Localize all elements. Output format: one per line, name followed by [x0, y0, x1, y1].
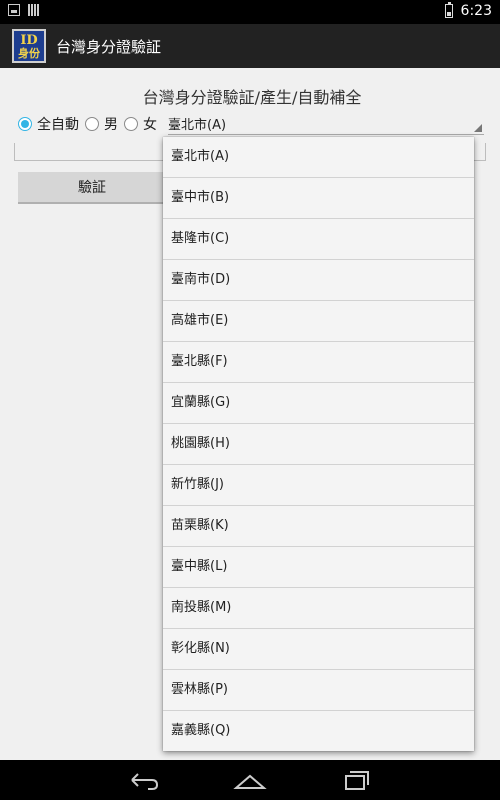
app-logo-line2: 身份: [18, 46, 40, 60]
app-title: 台灣身分證驗証: [56, 37, 162, 56]
radio-female-indicator: [124, 117, 138, 131]
radio-female-label: 女: [143, 117, 157, 133]
battery-icon: [444, 2, 453, 18]
dropdown-item-taipei-city[interactable]: 臺北市(A): [163, 137, 474, 178]
radio-male-label: 男: [104, 117, 118, 133]
dropdown-item-kaohsiung-city[interactable]: 高雄市(E): [163, 301, 474, 342]
dropdown-item-tainan-city[interactable]: 臺南市(D): [163, 260, 474, 301]
gender-radio-group: 全自動 男 女: [18, 114, 163, 134]
recent-apps-icon[interactable]: [336, 768, 376, 792]
radio-auto[interactable]: 全自動: [18, 114, 79, 134]
radio-auto-label: 全自動: [37, 117, 79, 133]
city-spinner[interactable]: 臺北市(A): [168, 114, 484, 135]
radio-male-indicator: [85, 117, 99, 131]
dropdown-item-changhua-county[interactable]: 彰化縣(N): [163, 629, 474, 670]
radio-male[interactable]: 男: [85, 114, 118, 134]
dropdown-item-hsinchu-county[interactable]: 新竹縣(J): [163, 465, 474, 506]
dropdown-item-nantou-county[interactable]: 南投縣(M): [163, 588, 474, 629]
dropdown-item-yilan-county[interactable]: 宜蘭縣(G): [163, 383, 474, 424]
spinner-arrow-icon: [474, 124, 482, 132]
dropdown-item-miaoli-county[interactable]: 苗栗縣(K): [163, 506, 474, 547]
home-icon[interactable]: [230, 768, 270, 792]
dropdown-item-taichung-city[interactable]: 臺中市(B): [163, 178, 474, 219]
action-bar: ID 身份 台灣身分證驗証: [0, 24, 500, 68]
page-heading-text: 台灣身分證驗証/產生/自動補全: [142, 88, 362, 107]
dropdown-item-yunlin-county[interactable]: 雲林縣(P): [163, 670, 474, 711]
status-time: 6:23: [460, 3, 492, 19]
status-bar: 6:23: [0, 0, 500, 24]
dropdown-item-keelung-city[interactable]: 基隆市(C): [163, 219, 474, 260]
barcode-notification-icon: [28, 4, 39, 16]
app-logo-line1: ID: [20, 32, 38, 48]
dropdown-item-taipei-county[interactable]: 臺北縣(F): [163, 342, 474, 383]
dropdown-item-taoyuan-county[interactable]: 桃園縣(H): [163, 424, 474, 465]
back-icon[interactable]: [124, 768, 164, 792]
verify-button[interactable]: 驗証: [18, 172, 166, 204]
radio-female[interactable]: 女: [124, 114, 157, 134]
app-logo-icon: ID 身份: [12, 29, 46, 63]
city-dropdown-list: 臺北市(A) 臺中市(B) 基隆市(C) 臺南市(D) 高雄市(E) 臺北縣(F…: [163, 137, 474, 751]
page-heading: 台灣身分證驗証/產生/自動補全: [0, 84, 500, 108]
image-notification-icon: [8, 4, 20, 16]
radio-auto-indicator: [18, 117, 32, 131]
city-spinner-value: 臺北市(A): [168, 118, 227, 133]
dropdown-item-taichung-county[interactable]: 臺中縣(L): [163, 547, 474, 588]
dropdown-item-chiayi-county[interactable]: 嘉義縣(Q): [163, 711, 474, 752]
navigation-bar: [0, 760, 500, 800]
